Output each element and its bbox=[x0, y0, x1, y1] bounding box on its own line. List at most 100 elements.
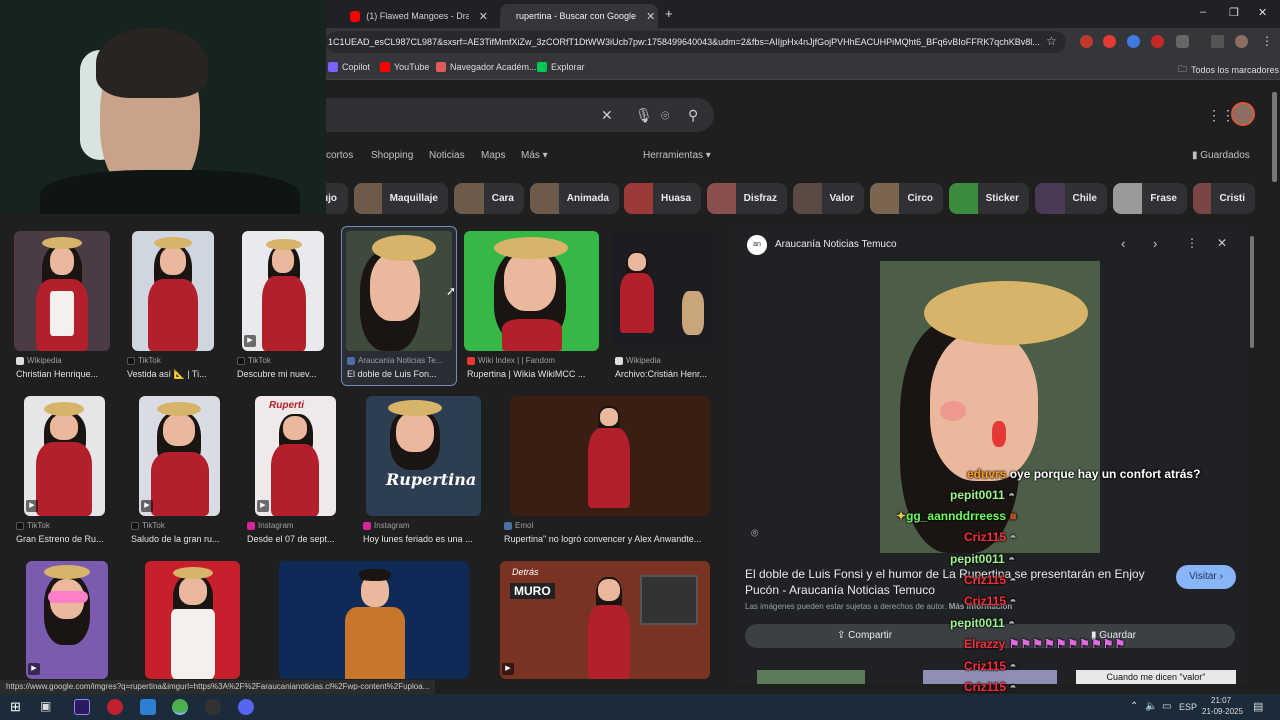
adblock-icon[interactable] bbox=[1080, 35, 1093, 48]
menu-icon[interactable]: ⋮ bbox=[1261, 34, 1273, 48]
extension-icon[interactable] bbox=[1103, 35, 1116, 48]
more-options-icon[interactable]: ⋮ bbox=[1186, 236, 1198, 250]
chip-animada[interactable]: Animada bbox=[530, 183, 619, 214]
network-icon[interactable]: ▭ bbox=[1162, 701, 1171, 712]
result-image[interactable]: Detrás MURO ▶ bbox=[500, 561, 710, 679]
panel-title[interactable]: El doble de Luis Fonsi y el humor de La … bbox=[745, 566, 1165, 598]
related-image[interactable] bbox=[757, 670, 865, 684]
opera-icon[interactable] bbox=[107, 699, 123, 715]
microphone-icon[interactable]: 🎙 bbox=[635, 107, 653, 124]
tab-cortos[interactable]: cortos bbox=[326, 150, 353, 161]
tab-google-search[interactable]: rupertina - Buscar con Google ✕ bbox=[500, 4, 658, 28]
files-icon[interactable] bbox=[140, 699, 156, 715]
result-image[interactable] bbox=[612, 231, 719, 351]
chip-cara[interactable]: Cara bbox=[454, 183, 524, 214]
share-button[interactable]: ⇪ Compartir bbox=[837, 630, 892, 641]
tab-noticias[interactable]: Noticias bbox=[429, 150, 465, 161]
discord-icon[interactable] bbox=[238, 699, 254, 715]
panel-source[interactable]: Araucanía Noticias Temuco bbox=[775, 239, 897, 250]
bookmark-explorar[interactable]: Explorar bbox=[537, 62, 585, 72]
result-caption[interactable]: Rupertina | Wikia WikiMCC ... bbox=[467, 369, 597, 379]
saved-button[interactable]: ▮ Guardados bbox=[1192, 150, 1250, 161]
chip-cristian[interactable]: Cristi bbox=[1193, 183, 1255, 214]
chip-maquillaje[interactable]: Maquillaje bbox=[354, 183, 448, 214]
result-caption[interactable]: Christian Henrique... bbox=[16, 369, 112, 379]
result-caption[interactable]: El doble de Luis Fon... bbox=[347, 369, 451, 379]
puzzle-icon[interactable] bbox=[1176, 35, 1189, 48]
lens-icon[interactable]: ⌾ bbox=[661, 107, 669, 124]
related-image[interactable]: Cuando me dicen "valor" bbox=[1076, 670, 1236, 684]
chip-sticker[interactable]: Sticker bbox=[949, 183, 1029, 214]
obs-icon[interactable] bbox=[205, 699, 221, 715]
previous-icon[interactable]: ‹ bbox=[1121, 236, 1125, 251]
chip-frase[interactable]: Frase bbox=[1113, 183, 1187, 214]
result-image[interactable]: ▶ bbox=[26, 561, 108, 679]
clock-time[interactable]: 21:07 bbox=[1211, 696, 1231, 705]
windows-start-icon[interactable]: ⊞ bbox=[10, 699, 21, 715]
tab-shopping[interactable]: Shopping bbox=[371, 150, 413, 161]
star-icon[interactable]: ☆ bbox=[1046, 34, 1057, 48]
chip-valor[interactable]: Valor bbox=[793, 183, 864, 214]
avatar[interactable] bbox=[1235, 35, 1248, 48]
result-image[interactable]: ▶ bbox=[242, 231, 324, 351]
tab-youtube[interactable]: (1) Flawed Mangoes - Dramam ✕ bbox=[340, 4, 498, 28]
visit-button[interactable]: Visitar › bbox=[1176, 565, 1236, 589]
clock-date[interactable]: 21-09-2025 bbox=[1202, 707, 1243, 716]
result-image[interactable] bbox=[464, 231, 599, 351]
tray-chevron-icon[interactable]: ⌃ bbox=[1130, 701, 1138, 712]
badge-icon: ◓ bbox=[1009, 659, 1017, 673]
result-image[interactable] bbox=[145, 561, 240, 679]
result-caption[interactable]: Descubre mi nuev... bbox=[237, 369, 329, 379]
after-effects-icon[interactable] bbox=[74, 699, 90, 715]
panel-scrollbar[interactable] bbox=[1250, 236, 1254, 348]
result-caption[interactable]: Hoy lunes feriado es una ... bbox=[363, 534, 483, 544]
new-tab-button[interactable]: + bbox=[665, 6, 673, 21]
chrome-icon[interactable] bbox=[172, 699, 188, 715]
result-image[interactable]: ▶ bbox=[24, 396, 105, 516]
page-scrollbar[interactable] bbox=[1272, 92, 1277, 182]
search-icon[interactable]: ⚲ bbox=[688, 107, 698, 124]
chip-disfraz[interactable]: Disfraz bbox=[707, 183, 787, 214]
all-bookmarks[interactable]: 🗀 Todos los marcadores bbox=[1178, 62, 1279, 78]
close-tab-icon[interactable]: ✕ bbox=[479, 10, 488, 23]
tools-button[interactable]: Herramientas ▾ bbox=[643, 150, 711, 161]
notifications-icon[interactable]: ▤ bbox=[1253, 700, 1263, 713]
result-caption[interactable]: Desde el 07 de sept... bbox=[247, 534, 345, 544]
address-bar[interactable]: 1C1UEAD_esCL987CL987&sxsrf=AE3TifMmfXiZw… bbox=[326, 31, 1066, 53]
result-image[interactable] bbox=[132, 231, 214, 351]
chip-circo[interactable]: Circo bbox=[870, 183, 943, 214]
close-tab-icon[interactable]: ✕ bbox=[646, 10, 655, 23]
close-window-button[interactable]: ✕ bbox=[1258, 6, 1267, 19]
result-caption[interactable]: Rupertina" no logró convencer y Alex Anw… bbox=[504, 534, 718, 544]
next-icon[interactable]: › bbox=[1153, 236, 1157, 251]
language-indicator[interactable]: ESP bbox=[1179, 702, 1197, 712]
media-icon[interactable] bbox=[1211, 35, 1224, 48]
chip-chile[interactable]: Chile bbox=[1035, 183, 1107, 214]
result-image[interactable]: Rupertina bbox=[366, 396, 481, 516]
chip-huasa[interactable]: Huasa bbox=[624, 183, 701, 214]
result-image[interactable]: ▶ bbox=[139, 396, 220, 516]
lens-search-icon[interactable]: ⌾ bbox=[751, 526, 758, 541]
bookmark-copilot[interactable]: Copilot bbox=[328, 62, 370, 72]
bookmark-youtube[interactable]: YouTube bbox=[380, 62, 429, 72]
avatar[interactable] bbox=[1231, 102, 1255, 126]
tab-maps[interactable]: Maps bbox=[481, 150, 505, 161]
result-image[interactable] bbox=[279, 561, 469, 679]
result-image[interactable]: Ruperti ▶ bbox=[255, 396, 336, 516]
minimize-button[interactable]: – bbox=[1200, 6, 1206, 18]
extension-icon[interactable] bbox=[1151, 35, 1164, 48]
restore-button[interactable]: ❐ bbox=[1229, 6, 1239, 19]
volume-icon[interactable]: 🔈 bbox=[1145, 701, 1157, 712]
result-caption[interactable]: Vestida así 📐 | Ti... bbox=[127, 369, 219, 380]
result-caption[interactable]: Saludo de la gran ru... bbox=[131, 534, 229, 544]
clear-icon[interactable]: ✕ bbox=[601, 107, 613, 124]
task-view-icon[interactable]: ▣ bbox=[40, 699, 51, 713]
result-image[interactable] bbox=[510, 396, 710, 516]
translate-icon[interactable] bbox=[1127, 35, 1140, 48]
result-caption[interactable]: Archivo:Cristián Henr... bbox=[615, 369, 719, 379]
tab-more[interactable]: Más ▾ bbox=[521, 150, 548, 161]
close-icon[interactable]: ✕ bbox=[1217, 236, 1227, 250]
result-caption[interactable]: Gran Estreno de Ru... bbox=[16, 534, 114, 544]
result-image[interactable] bbox=[14, 231, 110, 351]
bookmark-navegador[interactable]: Navegador Académ... bbox=[436, 62, 537, 72]
